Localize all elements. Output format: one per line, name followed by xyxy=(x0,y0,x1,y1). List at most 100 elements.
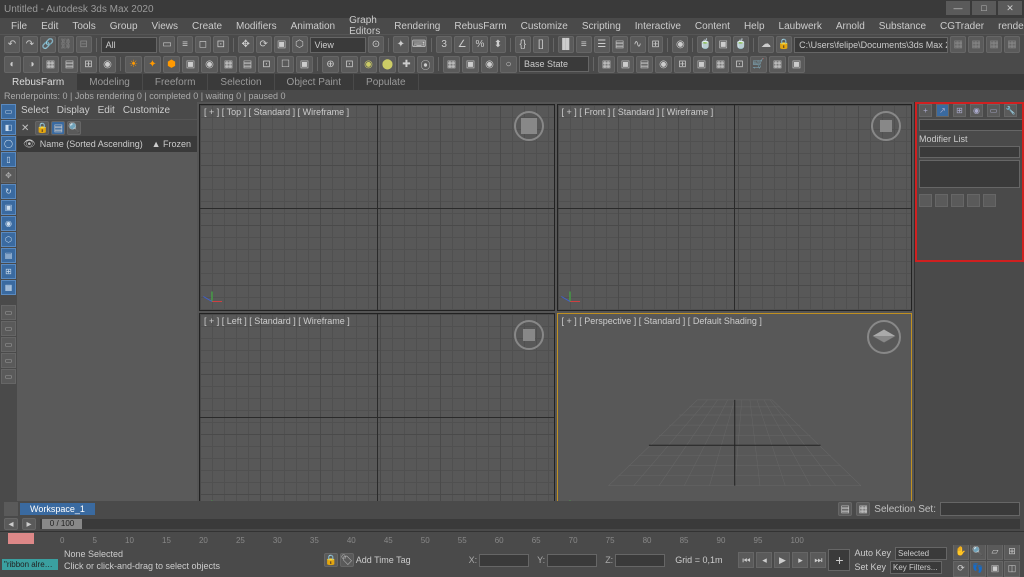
named-sel-button[interactable]: {} xyxy=(515,36,531,53)
ltool-ex-3[interactable]: ▤ xyxy=(1,248,16,263)
workspace-tab[interactable]: Workspace_1 xyxy=(20,503,95,515)
ltool-cyl[interactable]: ▯ xyxy=(1,152,16,167)
scene-lock-button[interactable]: 🔒 xyxy=(35,121,49,135)
menu-rendering[interactable]: Rendering xyxy=(387,21,447,32)
tb2-30[interactable]: ◉ xyxy=(655,56,672,73)
maxscript-listener[interactable]: "ribbon alre… xyxy=(2,559,58,570)
snap-button[interactable]: 3 xyxy=(436,36,452,53)
scene-filter-button[interactable]: ▤ xyxy=(51,121,65,135)
ribbon-tab-object-paint[interactable]: Object Paint xyxy=(275,74,354,90)
scene-tab-select[interactable]: Select xyxy=(21,105,49,116)
ltool-g1[interactable]: ▭ xyxy=(1,305,16,320)
menu-group[interactable]: Group xyxy=(103,21,145,32)
select-object-button[interactable]: ▭ xyxy=(159,36,175,53)
menu-help[interactable]: Help xyxy=(737,21,772,32)
tb2-37[interactable]: ▣ xyxy=(788,56,805,73)
menu-cgtrader[interactable]: CGTrader xyxy=(933,21,991,32)
tb2-34[interactable]: ⊡ xyxy=(731,56,748,73)
scene-close-button[interactable]: ✕ xyxy=(21,123,29,134)
layers-button[interactable]: ☰ xyxy=(594,36,610,53)
viewcube-persp[interactable] xyxy=(867,320,901,354)
project-path[interactable]: C:\Users\felipe\Documents\3ds Max 2020 xyxy=(794,37,948,53)
undo-button[interactable]: ↶ xyxy=(4,36,20,53)
ltool-select[interactable]: ▭ xyxy=(1,104,16,119)
viewport-persp-label[interactable]: [ + ] [ Perspective ] [ Standard ] [ Def… xyxy=(562,316,762,326)
ltool-g4[interactable]: ▭ xyxy=(1,353,16,368)
tb2-32[interactable]: ▣ xyxy=(693,56,710,73)
viewport-top[interactable]: [ + ] [ Top ] [ Standard ] [ Wireframe ] xyxy=(199,104,555,311)
scene-tab-edit[interactable]: Edit xyxy=(98,105,115,116)
align-button[interactable]: ≡ xyxy=(576,36,592,53)
tb2-29[interactable]: ▤ xyxy=(636,56,653,73)
menu-customize[interactable]: Customize xyxy=(514,21,575,32)
viewcube-left[interactable] xyxy=(514,320,544,350)
sel-set-btn-1[interactable]: ▤ xyxy=(838,502,852,516)
tb2-25[interactable]: ◉ xyxy=(481,56,498,73)
select-rect-button[interactable]: ◻ xyxy=(195,36,211,53)
viewport-front-label[interactable]: [ + ] [ Front ] [ Standard ] [ Wireframe… xyxy=(562,107,714,117)
nav-pan-button[interactable]: ✋ xyxy=(953,544,969,560)
ltool-ex-2[interactable]: ⬡ xyxy=(1,232,16,247)
menu-interactive[interactable]: Interactive xyxy=(628,21,688,32)
material-editor-button[interactable]: ◉ xyxy=(672,36,688,53)
window-maximize-button[interactable]: □ xyxy=(972,1,996,15)
cloud-button[interactable]: ☁ xyxy=(758,36,774,53)
time-ruler[interactable]: 0510152025303540455055606570758085909510… xyxy=(0,531,1024,545)
tb2-33[interactable]: ▦ xyxy=(712,56,729,73)
viewcube-front[interactable] xyxy=(871,111,901,141)
ltool-ex-5[interactable]: ▦ xyxy=(1,280,16,295)
sel-set-button[interactable]: [] xyxy=(533,36,549,53)
time-next-button[interactable]: ▸ xyxy=(22,518,36,530)
next-frame-button[interactable]: ▸ xyxy=(792,552,808,568)
key-target-dropdown[interactable]: Selected xyxy=(895,547,947,560)
percent-snap-button[interactable]: % xyxy=(472,36,488,53)
manipulate-button[interactable]: ✦ xyxy=(393,36,409,53)
extra-1-button[interactable]: ▦ xyxy=(950,36,966,53)
ltool-move[interactable]: ✥ xyxy=(1,168,16,183)
tb2-36[interactable]: ▦ xyxy=(769,56,786,73)
scene-frozen-header[interactable]: ▲ Frozen xyxy=(152,139,191,149)
scale-button[interactable]: ▣ xyxy=(274,36,290,53)
asset-lock-button[interactable]: 🔒 xyxy=(776,36,792,53)
sel-set-btn-2[interactable]: ▦ xyxy=(856,502,870,516)
scene-name-header[interactable]: Name (Sorted Ascending) xyxy=(40,139,143,149)
scene-search-button[interactable]: 🔍 xyxy=(67,121,81,135)
ltool-sphere[interactable]: ◯ xyxy=(1,136,16,151)
lock-selection-button[interactable]: 🔒 xyxy=(324,553,338,567)
menu-rebusfarm[interactable]: RebusFarm xyxy=(447,21,513,32)
menu-animation[interactable]: Animation xyxy=(284,21,342,32)
spinner-snap-button[interactable]: ⬍ xyxy=(490,36,506,53)
time-prev-button[interactable]: ◂ xyxy=(4,518,18,530)
menu-views[interactable]: Views xyxy=(145,21,186,32)
tb2-28[interactable]: ▣ xyxy=(617,56,634,73)
tb2-24[interactable]: ▣ xyxy=(462,56,479,73)
render-button[interactable]: 🍵 xyxy=(733,36,749,53)
selection-set-dropdown[interactable] xyxy=(940,502,1020,516)
tb2-21[interactable]: ✚ xyxy=(398,56,415,73)
nav-orbit-button[interactable]: ⟳ xyxy=(953,561,969,577)
prev-frame-button[interactable]: ◂ xyxy=(756,552,772,568)
auto-key-label[interactable]: Auto Key xyxy=(854,548,891,558)
nav-zoom-button[interactable]: 🔍 xyxy=(970,544,986,560)
link-button[interactable]: 🔗 xyxy=(40,36,56,53)
ribbon-button[interactable]: ▤ xyxy=(612,36,628,53)
menu-laubwerk[interactable]: Laubwerk xyxy=(772,21,829,32)
nav-max-button[interactable]: ▣ xyxy=(987,561,1003,577)
select-name-button[interactable]: ≡ xyxy=(177,36,193,53)
tb2-16[interactable]: ▣ xyxy=(296,56,313,73)
viewport-top-label[interactable]: [ + ] [ Top ] [ Standard ] [ Wireframe ] xyxy=(204,107,349,117)
placement-button[interactable]: ⬡ xyxy=(292,36,308,53)
goto-start-button[interactable]: ⏮ xyxy=(738,552,754,568)
ribbon-tab-modeling[interactable]: Modeling xyxy=(77,74,143,90)
tb2-12[interactable]: ▦ xyxy=(220,56,237,73)
tb2-11[interactable]: ◉ xyxy=(201,56,218,73)
tb2-15[interactable]: ☐ xyxy=(277,56,294,73)
pivot-button[interactable]: ⊙ xyxy=(368,36,384,53)
window-minimize-button[interactable]: — xyxy=(946,1,970,15)
tb2-13[interactable]: ▤ xyxy=(239,56,256,73)
viewcube-top[interactable] xyxy=(514,111,544,141)
set-key-label[interactable]: Set Key xyxy=(854,562,886,572)
goto-end-button[interactable]: ⏭ xyxy=(810,552,826,568)
tb2-14[interactable]: ⊡ xyxy=(258,56,275,73)
tb2-3[interactable]: ▦ xyxy=(42,56,59,73)
